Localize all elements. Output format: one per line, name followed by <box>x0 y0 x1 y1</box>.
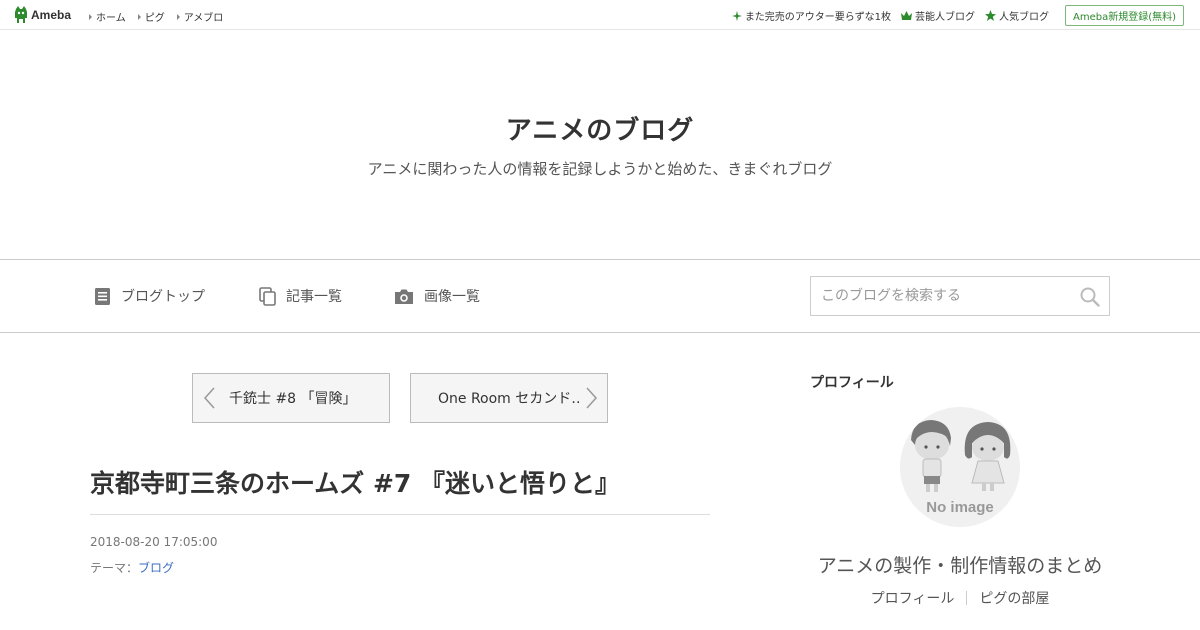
global-nav-home[interactable]: ホーム <box>89 9 126 24</box>
triangle-right-icon <box>137 13 141 20</box>
article-title[interactable]: 京都寺町三条のホームズ #7 『迷いと悟りと』 <box>90 464 620 500</box>
avatar[interactable]: No image <box>900 407 1020 527</box>
triangle-right-icon <box>89 13 92 20</box>
promo-link-label: また完売のアウター要らずな1枚 <box>744 12 891 23</box>
logo-text: Ameba <box>31 8 72 22</box>
blog-title[interactable]: アニメのブログ <box>0 110 1200 147</box>
profile-heading: プロフィール <box>810 375 894 391</box>
link-separator <box>966 591 968 605</box>
celebrity-blog-label: 芸能人ブログ <box>914 12 975 23</box>
blog-search <box>810 276 1110 316</box>
global-nav-label: ピグ <box>144 13 165 24</box>
header-right-links: また完売のアウター要らずな1枚 芸能人ブログ 人気ブログ Ameba新規登録(無… <box>731 5 1184 26</box>
promo-link[interactable]: また完売のアウター要らずな1枚 <box>731 8 891 23</box>
profile-name[interactable]: アニメの製作・制作情報のまとめ <box>810 551 1110 578</box>
profile-link[interactable]: プロフィール <box>871 588 955 608</box>
copy-icon <box>259 286 276 306</box>
ameba-mascot-icon <box>15 6 27 23</box>
nav-article-list[interactable]: 記事一覧 <box>259 286 342 306</box>
theme-prefix: テーマ： <box>90 561 139 575</box>
prev-article-button[interactable]: 千銃士 #8 「冒険」 <box>192 373 390 423</box>
ameba-logo[interactable]: Ameba <box>14 6 71 24</box>
search-icon[interactable] <box>1079 286 1101 308</box>
next-article-button[interactable]: One Room セカンド… <box>410 373 608 423</box>
global-nav: ホーム ピグ アメブロ <box>89 9 223 24</box>
nav-image-list[interactable]: 画像一覧 <box>394 286 480 306</box>
article-date: 2018-08-20 17:05:00 <box>90 535 218 549</box>
camera-icon <box>395 289 413 304</box>
theme-link[interactable]: ブログ <box>138 561 174 575</box>
crown-icon <box>900 11 912 20</box>
nav-blog-top-label: ブログトップ <box>121 289 205 305</box>
blog-description: アニメに関わった人の情報を記録しようかと始めた、きまぐれブログ <box>367 160 833 178</box>
global-header: Ameba ホーム ピグ アメブロ また完売のアウター要らずな1枚 芸能人ブログ <box>0 0 1200 30</box>
global-nav-label: ホーム <box>96 13 126 24</box>
no-image-label: No image <box>926 499 994 516</box>
next-article-label: One Room セカンド… <box>438 391 582 407</box>
popular-blog-link[interactable]: 人気ブログ <box>984 8 1049 23</box>
search-input[interactable] <box>811 277 1071 315</box>
global-nav-pigg[interactable]: ピグ <box>137 9 165 24</box>
profile-links: プロフィール ピグの部屋 <box>810 588 1110 608</box>
prev-article-label: 千銃士 #8 「冒険」 <box>229 391 357 407</box>
title-divider <box>90 514 710 515</box>
chevron-left-icon <box>203 387 215 409</box>
chevron-right-icon <box>586 387 598 409</box>
pigg-room-link[interactable]: ピグの部屋 <box>979 588 1049 608</box>
popular-blog-label: 人気ブログ <box>998 12 1049 23</box>
star-icon <box>984 10 996 21</box>
nav-article-list-label: 記事一覧 <box>286 289 342 305</box>
nav-image-list-label: 画像一覧 <box>424 289 480 305</box>
global-nav-label: アメブロ <box>183 13 224 24</box>
triangle-right-icon <box>176 13 180 20</box>
article-theme: テーマ：ブログ <box>90 559 174 576</box>
blog-nav: ブログトップ 記事一覧 画像一覧 <box>0 259 1200 333</box>
celebrity-blog-link[interactable]: 芸能人ブログ <box>900 8 975 23</box>
global-nav-ameburo[interactable]: アメブロ <box>176 9 224 24</box>
register-button[interactable]: Ameba新規登録(無料) <box>1064 5 1184 26</box>
sparkle-icon <box>731 10 742 21</box>
nav-blog-top[interactable]: ブログトップ <box>94 286 205 306</box>
document-icon <box>95 287 110 305</box>
